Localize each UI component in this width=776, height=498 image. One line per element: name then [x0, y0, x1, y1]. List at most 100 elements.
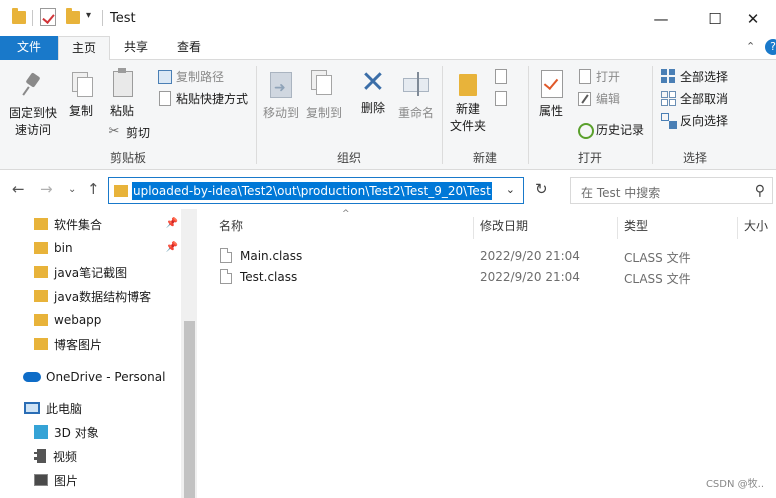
file-type: CLASS 文件: [624, 272, 691, 286]
forward-arrow-icon[interactable]: →: [40, 180, 53, 198]
help-icon[interactable]: ?: [765, 39, 776, 55]
nav-item-label: java数据结构博客: [54, 289, 152, 304]
address-path[interactable]: uploaded-by-idea\Test2\out\production\Te…: [132, 182, 492, 200]
paste-shortcut-button[interactable]: 粘贴快捷方式: [156, 88, 248, 108]
edit-button[interactable]: 编辑: [576, 88, 620, 108]
open-icon: [576, 68, 592, 84]
tab-file[interactable]: 文件: [0, 36, 58, 60]
customize-qat-button[interactable]: ▾: [86, 10, 91, 21]
cut-button[interactable]: ✂ 剪切: [106, 122, 150, 142]
tab-home[interactable]: 主页: [58, 36, 110, 61]
nav-item-onedrive[interactable]: OneDrive - Personal: [0, 365, 180, 389]
rename-icon: [401, 68, 431, 100]
nav-item-pictures[interactable]: 图片: [0, 468, 180, 492]
rename-button[interactable]: 重命名: [395, 68, 437, 122]
scroll-thumb[interactable]: [184, 321, 195, 498]
nav-item-label: OneDrive - Personal: [46, 370, 166, 384]
search-box[interactable]: 在 Test 中搜索 ⚲: [570, 177, 773, 204]
back-arrow-icon[interactable]: ←: [12, 180, 25, 198]
file-type: CLASS 文件: [624, 251, 691, 265]
recent-locations-chevron-icon[interactable]: ⌄: [68, 184, 76, 195]
tab-share[interactable]: 共享: [112, 36, 160, 60]
minimize-button[interactable]: —: [638, 0, 684, 38]
edit-icon: [576, 90, 592, 106]
navigation-bar: ← → ⌄ ↑ uploaded-by-idea\Test2\out\produ…: [0, 171, 776, 209]
open-button[interactable]: 打开: [576, 66, 620, 86]
nav-item-label: 博客图片: [54, 337, 103, 352]
invert-selection-button[interactable]: 反向选择: [660, 110, 728, 130]
pin-icon: [20, 70, 46, 100]
new-item-button[interactable]: [492, 66, 508, 86]
nav-item-this-pc[interactable]: 此电脑: [0, 396, 180, 420]
film-icon: [34, 449, 46, 463]
history-label: 历史记录: [596, 122, 645, 137]
nav-item-java-notes[interactable]: java笔记截图: [0, 260, 180, 284]
properties-icon: [538, 68, 564, 98]
column-type[interactable]: 类型: [624, 209, 648, 243]
copy-label: 复制: [68, 104, 93, 118]
cloud-icon: [23, 372, 41, 382]
search-placeholder[interactable]: 在 Test 中搜索: [581, 184, 660, 201]
collapse-ribbon-icon[interactable]: ⌃: [746, 40, 755, 53]
chevron-down-icon[interactable]: ⌄: [506, 183, 515, 196]
nav-item-webapp[interactable]: webapp: [0, 308, 180, 332]
folder-icon: [34, 314, 48, 326]
nav-item-label: 图片: [54, 473, 79, 488]
search-icon[interactable]: ⚲: [755, 183, 765, 199]
column-divider[interactable]: [737, 217, 738, 239]
select-none-button[interactable]: 全部取消: [660, 88, 728, 108]
close-button[interactable]: ✕: [730, 0, 776, 38]
properties-button[interactable]: 属性: [532, 68, 570, 120]
column-divider[interactable]: [617, 217, 618, 239]
column-divider[interactable]: [473, 217, 474, 239]
pin-icon[interactable]: 📌: [166, 218, 178, 229]
file-name: Test.class: [240, 270, 298, 284]
column-size[interactable]: 大小: [744, 209, 768, 243]
file-row[interactable]: Test.class 2022/9/20 21:04 CLASS 文件: [218, 267, 774, 288]
ribbon-tabs: 文件 主页 共享 查看: [0, 36, 776, 61]
column-name[interactable]: 名称: [219, 209, 243, 243]
copy-path-icon: [156, 68, 172, 84]
nav-item-software[interactable]: 软件集合 📌: [0, 212, 180, 236]
select-all-button[interactable]: 全部选择: [660, 66, 728, 86]
copy-button[interactable]: 复制: [64, 70, 98, 120]
refresh-icon[interactable]: ↻: [535, 180, 548, 198]
move-to-button[interactable]: 移动到: [260, 68, 302, 122]
file-row[interactable]: Main.class 2022/9/20 21:04 CLASS 文件: [218, 246, 774, 267]
tab-view[interactable]: 查看: [164, 36, 214, 60]
properties-quick-icon[interactable]: [40, 8, 56, 26]
cut-label: 剪切: [126, 125, 151, 140]
copy-path-button[interactable]: 复制路径: [156, 66, 224, 86]
nav-item-label: java笔记截图: [54, 265, 128, 280]
file-name: Main.class: [240, 249, 303, 263]
nav-item-label: 此电脑: [46, 401, 83, 416]
nav-item-bin[interactable]: bin 📌: [0, 236, 180, 260]
address-bar[interactable]: uploaded-by-idea\Test2\out\production\Te…: [108, 177, 524, 204]
pin-icon[interactable]: 📌: [166, 242, 178, 253]
nav-item-blog-images[interactable]: 博客图片: [0, 332, 180, 356]
nav-item-label: webapp: [54, 313, 102, 327]
nav-item-java-ds-blog[interactable]: java数据结构博客: [0, 284, 180, 308]
select-all-icon: [660, 68, 676, 84]
edit-label: 编辑: [596, 91, 621, 106]
file-icon: [220, 248, 232, 263]
easy-access-button[interactable]: [492, 88, 508, 108]
nav-scrollbar[interactable]: [181, 209, 197, 498]
column-modified[interactable]: 修改日期: [480, 209, 528, 243]
pin-to-quick-access-button[interactable]: 固定到快 速访问: [6, 70, 60, 139]
up-arrow-icon[interactable]: ↑: [87, 180, 100, 198]
folder-icon: [34, 218, 48, 230]
history-button[interactable]: 历史记录: [576, 119, 644, 139]
delete-button[interactable]: ✕ 删除: [354, 68, 392, 117]
copy-to-icon: [309, 68, 339, 100]
paste-button[interactable]: 粘贴: [104, 68, 140, 120]
nav-item-3d-objects[interactable]: 3D 对象: [0, 420, 180, 444]
copy-to-button[interactable]: 复制到: [303, 68, 345, 122]
new-folder-quick-icon[interactable]: [66, 8, 80, 24]
new-folder-button[interactable]: 新建 文件夹: [446, 68, 490, 135]
nav-item-videos[interactable]: 视频: [0, 444, 180, 468]
file-icon: [220, 269, 232, 284]
nav-item-label: 软件集合: [54, 217, 103, 232]
sort-ascending-icon: ^: [342, 209, 350, 219]
computer-icon: [24, 402, 40, 414]
